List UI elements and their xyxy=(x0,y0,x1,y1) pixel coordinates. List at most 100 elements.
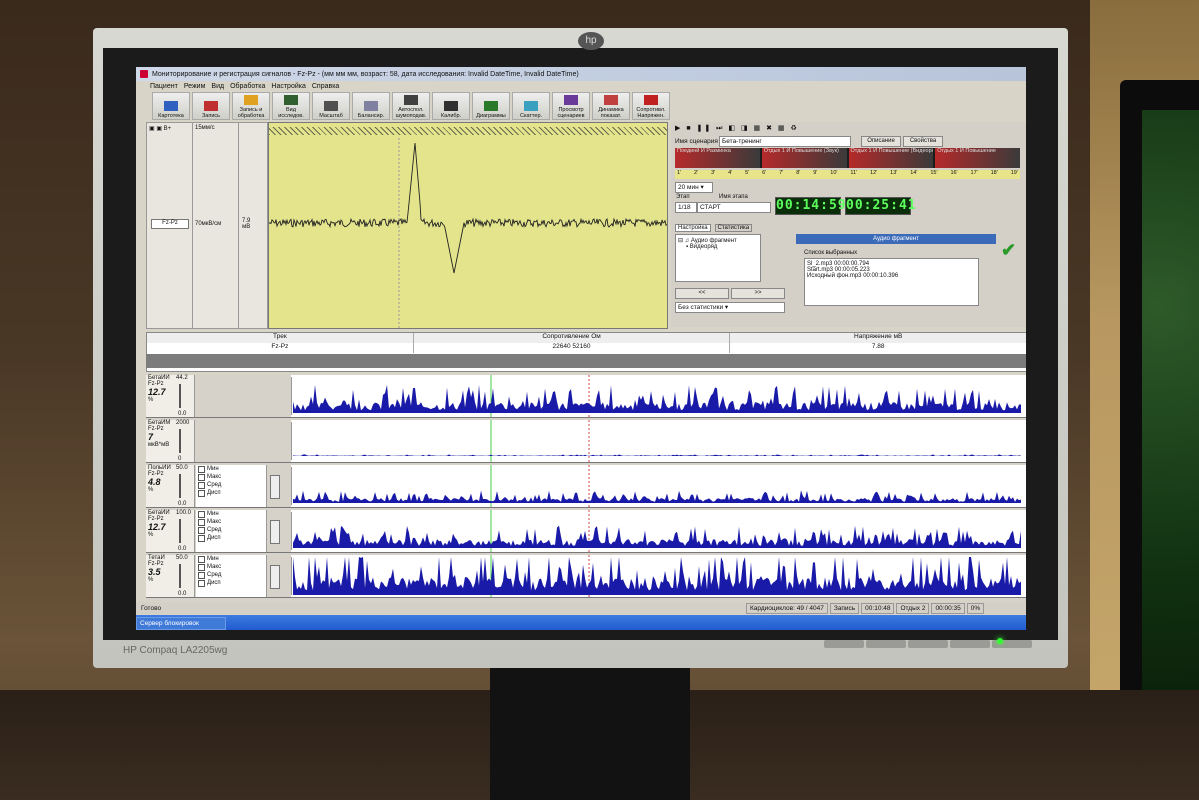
threshold-slider[interactable] xyxy=(179,384,181,408)
channel-bottom: 0 xyxy=(178,456,182,462)
tree-video[interactable]: ▪ Видеоряд xyxy=(678,244,758,250)
channel-trend-plot[interactable] xyxy=(290,375,1026,417)
toolbar-label: Запись и обработка xyxy=(237,107,265,119)
option-max-checkbox[interactable]: Макс xyxy=(196,563,266,571)
stage-field[interactable]: 1/18 xyxy=(675,202,697,213)
menu-settings[interactable]: Настройка xyxy=(271,83,305,90)
channel-row: БетаИИ Fz-Pz 12.7% 100.0 0.0 Мин Макс Сред Дисп xyxy=(146,510,1026,553)
channel-lead: Fz-Pz xyxy=(148,426,164,432)
taskbar-task[interactable]: Сервер блокировок xyxy=(136,617,226,630)
option-max-checkbox[interactable]: Макс xyxy=(196,518,266,526)
tree-audio[interactable]: ⊟ ♫ Аудио фрагмент xyxy=(678,237,758,244)
track-3[interactable]: Отдых 1 И Повышение (Видеоряд) xyxy=(848,148,934,168)
description-button[interactable]: Описание xyxy=(861,136,901,147)
channel-trend-plot[interactable] xyxy=(290,510,1026,552)
toolbar-scale-button[interactable]: Масштаб xyxy=(312,92,350,120)
option-min-checkbox[interactable]: Мин xyxy=(196,465,266,473)
channel-row: БетаИИ Fz-Pz 12.7% 44.2 0.0 xyxy=(146,375,1026,418)
channel-trends: БетаИИ Fz-Pz 12.7% 44.2 0.0 БетаИМ Fz-Pz 7 мкВ*м… xyxy=(146,375,1026,601)
track-4[interactable]: Отдых 1 И Повышение xyxy=(935,148,1020,168)
prev-button[interactable]: << xyxy=(675,288,729,299)
tab-stats[interactable]: Статистика xyxy=(714,224,753,232)
channel-trend-plot[interactable] xyxy=(290,465,1026,507)
menu-help[interactable]: Справка xyxy=(312,83,339,90)
monitor-model: HP Compaq LA2205wg xyxy=(123,645,228,656)
threshold-slider[interactable] xyxy=(179,564,181,588)
toolbar-view-study-button[interactable]: Вид исследов. xyxy=(272,92,310,120)
threshold-slider[interactable] xyxy=(179,519,181,543)
option-avg-checkbox[interactable]: Сред xyxy=(196,571,266,579)
channel-trend-plot[interactable] xyxy=(290,420,1026,462)
ruler-tick: 8' xyxy=(796,170,801,176)
eeg-waveform-plot[interactable] xyxy=(268,122,668,329)
track-2[interactable]: Отдых 1 И Повышение (Звук) xyxy=(761,148,847,168)
playback-controls[interactable]: ▶ ■ ❚❚ ⏭ ◧ ◨ ▦ ✖ ▦ ♻ xyxy=(675,124,799,133)
scenario-tracks[interactable]: Поединй И Разминка Отдых 1 И Повышение (… xyxy=(675,148,1020,168)
status-ready: Готово xyxy=(141,604,162,612)
option-disp-checkbox[interactable]: Дисп xyxy=(196,534,266,542)
option-min-checkbox[interactable]: Мин xyxy=(196,555,266,563)
track-1[interactable]: Поединй И Разминка xyxy=(675,148,760,168)
menu-patient[interactable]: Пациент xyxy=(150,83,178,90)
duration-select[interactable]: 20 мин ▾ xyxy=(675,182,713,193)
toolbar-resistance-button[interactable]: Сопротивл. Напряжен. xyxy=(632,92,670,120)
threshold-slider[interactable] xyxy=(179,429,181,453)
gain-label: 70мкВ/см xyxy=(195,221,222,227)
toolbar-scenarios-button[interactable]: Просмотр сценариев xyxy=(552,92,590,120)
eeg-waveform xyxy=(269,138,667,328)
app-screen: Мониторирование и регистрация сигналов -… xyxy=(136,67,1026,630)
ruler-tick: 3' xyxy=(711,170,716,176)
table-row[interactable]: Fz-Pz 22640 52160 7.88 xyxy=(147,343,1026,353)
option-avg-checkbox[interactable]: Сред xyxy=(196,481,266,489)
toolbar-label: Масштаб xyxy=(319,113,343,119)
range-slider[interactable] xyxy=(270,520,280,544)
range-slider[interactable] xyxy=(270,565,280,589)
stage-name-field[interactable]: СТАРТ xyxy=(697,202,771,213)
channel-trend-plot[interactable] xyxy=(290,555,1026,597)
toolbar-label: Динамика показат. xyxy=(598,107,624,119)
panel-icons[interactable]: ▣ ▣ B+ xyxy=(147,123,192,134)
toolbar-record-button[interactable]: Запись xyxy=(192,92,230,120)
tab-settings[interactable]: Настройка xyxy=(675,224,711,232)
monitor-stand xyxy=(490,660,690,800)
channel-row: ТетаИ Fz-Pz 3.5% 50.0 0.0 Мин Макс Сред Дисп xyxy=(146,555,1026,598)
timer-elapsed: 00:14:59 xyxy=(775,197,847,215)
scenario-name-field[interactable]: Бета-тренинг xyxy=(719,136,851,147)
option-max-checkbox[interactable]: Макс xyxy=(196,473,266,481)
option-disp-checkbox[interactable]: Дисп xyxy=(196,489,266,497)
channel-label[interactable]: Fz-Pz xyxy=(151,219,189,229)
stats-select[interactable]: Без статистики ▾ xyxy=(675,302,785,313)
channel-bottom: 0.0 xyxy=(178,411,187,417)
channel-unit: % xyxy=(148,487,154,493)
option-avg-checkbox[interactable]: Сред xyxy=(196,526,266,534)
range-slider[interactable] xyxy=(270,475,280,499)
option-disp-checkbox[interactable]: Дисп xyxy=(196,579,266,587)
stage-tree[interactable]: ⊟ ♫ Аудио фрагмент ▪ Видеоряд xyxy=(675,234,761,282)
toolbar-diagrams-button[interactable]: Диаграммы xyxy=(472,92,510,120)
toolbar-scatter-button[interactable]: Скаттер. xyxy=(512,92,550,120)
menu-view[interactable]: Вид xyxy=(211,83,224,90)
option-min-checkbox[interactable]: Мин xyxy=(196,510,266,518)
properties-button[interactable]: Свойства xyxy=(903,136,943,147)
toolbar-card-index-button[interactable]: Картотека xyxy=(152,92,190,120)
card-index-icon xyxy=(164,101,178,111)
scale-icon xyxy=(324,101,338,111)
dynamics-icon xyxy=(604,95,618,105)
fragment-header: Аудио фрагмент xyxy=(796,234,996,244)
table-footer xyxy=(146,354,1026,368)
toolbar-balance-button[interactable]: Балансир. xyxy=(352,92,390,120)
toolbar-label: Картотека xyxy=(158,113,184,119)
next-button[interactable]: >> xyxy=(731,288,785,299)
threshold-slider[interactable] xyxy=(179,474,181,498)
toolbar-calibration-button[interactable]: Калибр. xyxy=(432,92,470,120)
channel-options: Мин Макс Сред Дисп xyxy=(196,555,267,597)
toolbar-dynamics-button[interactable]: Динамика показат. xyxy=(592,92,630,120)
list-item[interactable]: Исходный фон.mp3 00:00:10.396 xyxy=(807,273,976,279)
menu-process[interactable]: Обработка xyxy=(230,83,265,90)
selected-list[interactable]: Sl_2.mp3 00:00:00.794 Start.mp3 00:00:05… xyxy=(804,258,979,306)
scenario-name-label: Имя сценария xyxy=(675,138,718,145)
toolbar-record-process-button[interactable]: Запись и обработка xyxy=(232,92,270,120)
toolbar-auto-noise-button[interactable]: Автоспол. шумоподав. xyxy=(392,92,430,120)
channel-label: БетаИИ Fz-Pz 12.7% 100.0 0.0 xyxy=(146,510,195,552)
menu-mode[interactable]: Режим xyxy=(184,83,206,90)
